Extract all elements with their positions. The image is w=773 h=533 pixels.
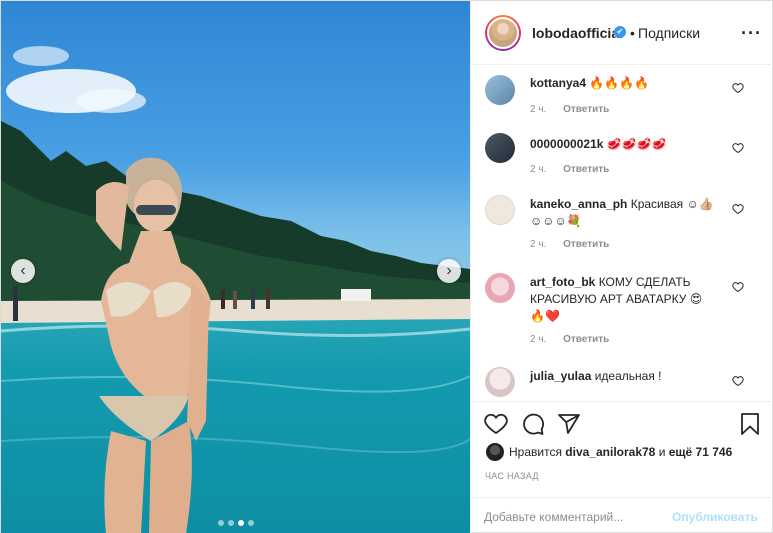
comment-time: 2 ч. — [530, 164, 547, 175]
comment-body: 🥩🥩🥩🥩 — [606, 137, 667, 151]
reply-button[interactable]: Ответить — [563, 334, 609, 345]
comment-text: 0000000021k 🥩🥩🥩🥩 — [530, 136, 730, 153]
comment-username[interactable]: julia_yulaa — [530, 369, 591, 383]
comment-icon[interactable] — [521, 412, 545, 436]
comment-meta: 2 ч. Ответить — [530, 164, 609, 175]
reply-button[interactable]: Ответить — [563, 164, 609, 175]
comment-username[interactable]: kottanya4 — [530, 76, 586, 90]
comment-username[interactable]: 0000000021k — [530, 137, 603, 151]
likes-prefix: Нравится — [509, 445, 562, 459]
comments-list[interactable]: kottanya4 🔥🔥🔥🔥 2 ч. Ответить 0000000021k… — [471, 65, 773, 401]
comment-time: 2 ч. — [530, 334, 547, 345]
comment-username[interactable]: kaneko_anna_ph — [530, 197, 627, 211]
comment-text: art_foto_bk КОМУ СДЕЛАТЬ КРАСИВУЮ АРТ АВ… — [530, 274, 720, 325]
likes-summary: Нравится diva_anilorak78 и ещё 71 746 — [509, 445, 732, 459]
comment-text: julia_yulaa идеальная ! — [530, 368, 730, 385]
avatar[interactable] — [485, 367, 515, 397]
beach-photo-scene — [1, 46, 470, 533]
avatar[interactable] — [486, 443, 504, 461]
bookmark-icon[interactable] — [738, 412, 762, 436]
post-header: lobodaofficial ✔ • Подписки ··· — [471, 1, 773, 65]
chevron-right-icon[interactable]: › — [437, 259, 461, 283]
likes-conjunction: и — [658, 445, 666, 459]
comment-text: kottanya4 🔥🔥🔥🔥 — [530, 75, 730, 92]
heart-icon[interactable] — [732, 142, 744, 154]
comment-body: идеальная ! — [594, 369, 662, 383]
comment-username[interactable]: art_foto_bk — [530, 275, 595, 289]
comment-text: kaneko_anna_ph Красивая ☺👍🏼 ☺☺☺💐 — [530, 196, 720, 230]
avatar[interactable] — [485, 75, 515, 105]
reply-button[interactable]: Ответить — [563, 104, 609, 115]
carousel-dot — [228, 520, 234, 526]
comment-input[interactable] — [484, 508, 664, 526]
avatar[interactable] — [485, 15, 521, 51]
avatar[interactable] — [485, 133, 515, 163]
carousel-dot — [248, 520, 254, 526]
author-username[interactable]: lobodaofficial — [532, 25, 623, 41]
comment-time: 2 ч. — [530, 239, 547, 250]
heart-icon[interactable] — [732, 82, 744, 94]
comment-meta: 2 ч. Ответить — [530, 239, 609, 250]
heart-icon[interactable] — [732, 281, 744, 293]
reply-button[interactable]: Ответить — [563, 239, 609, 250]
post-time-ago[interactable]: ЧАС НАЗАД — [485, 471, 539, 481]
carousel-dot-active — [238, 520, 244, 526]
avatar[interactable] — [485, 273, 515, 303]
heart-icon[interactable] — [732, 375, 744, 387]
post-photo[interactable]: ‹ › — [1, 1, 470, 533]
verified-badge-icon: ✔ — [614, 26, 626, 38]
liker-username[interactable]: diva_anilorak78 — [565, 445, 655, 459]
header-separator: • — [630, 25, 635, 41]
instagram-post: ‹ › lobodaofficial ✔ • Подписки ··· kott… — [0, 0, 773, 533]
avatar[interactable] — [485, 195, 515, 225]
comment-time: 2 ч. — [530, 104, 547, 115]
share-icon[interactable] — [557, 412, 581, 436]
carousel-dot — [218, 520, 224, 526]
heart-icon[interactable] — [732, 203, 744, 215]
likes-count[interactable]: ещё 71 746 — [669, 445, 733, 459]
following-button[interactable]: Подписки — [638, 25, 700, 41]
comment-meta: 2 ч. Ответить — [530, 334, 609, 345]
chevron-left-icon[interactable]: ‹ — [11, 259, 35, 283]
heart-icon[interactable] — [484, 412, 508, 436]
post-side-panel: lobodaofficial ✔ • Подписки ··· kottanya… — [470, 1, 773, 533]
carousel-dots — [218, 520, 254, 526]
publish-button[interactable]: Опубликовать — [672, 510, 758, 524]
add-comment-bar: Опубликовать — [471, 497, 773, 533]
more-horizontal-icon[interactable]: ··· — [741, 23, 762, 44]
comment-body: 🔥🔥🔥🔥 — [589, 76, 650, 90]
comment-meta: 2 ч. Ответить — [530, 104, 609, 115]
